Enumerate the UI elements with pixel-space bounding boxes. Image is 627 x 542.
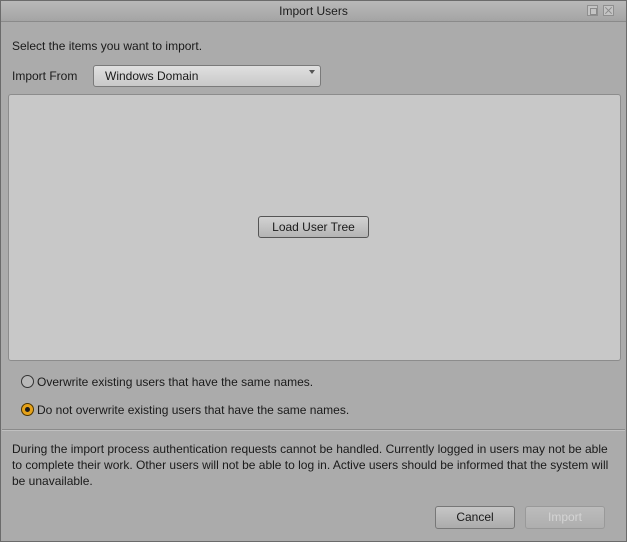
no-overwrite-radio[interactable] bbox=[21, 403, 34, 416]
no-overwrite-option-label: Do not overwrite existing users that hav… bbox=[37, 403, 350, 417]
close-icon[interactable] bbox=[603, 5, 614, 16]
chevron-down-icon bbox=[309, 70, 315, 74]
cancel-button[interactable]: Cancel bbox=[435, 506, 515, 529]
restore-icon[interactable] bbox=[587, 5, 598, 16]
import-button[interactable]: Import bbox=[525, 506, 605, 529]
overwrite-option-label: Overwrite existing users that have the s… bbox=[37, 375, 314, 389]
import-from-dropdown[interactable]: Windows Domain bbox=[93, 65, 321, 87]
import-users-dialog: Import Users Select the items you want t… bbox=[0, 0, 627, 542]
title-bar[interactable]: Import Users bbox=[1, 1, 626, 22]
window-title: Import Users bbox=[279, 4, 348, 18]
load-user-tree-button[interactable]: Load User Tree bbox=[258, 216, 369, 238]
import-from-value: Windows Domain bbox=[105, 69, 199, 83]
warning-text: During the import process authentication… bbox=[12, 442, 609, 488]
overwrite-radio[interactable] bbox=[21, 375, 34, 388]
divider bbox=[2, 429, 625, 431]
import-from-label: Import From bbox=[12, 69, 78, 83]
user-tree-panel: Load User Tree bbox=[8, 94, 621, 361]
instruction-text: Select the items you want to import. bbox=[12, 39, 203, 53]
